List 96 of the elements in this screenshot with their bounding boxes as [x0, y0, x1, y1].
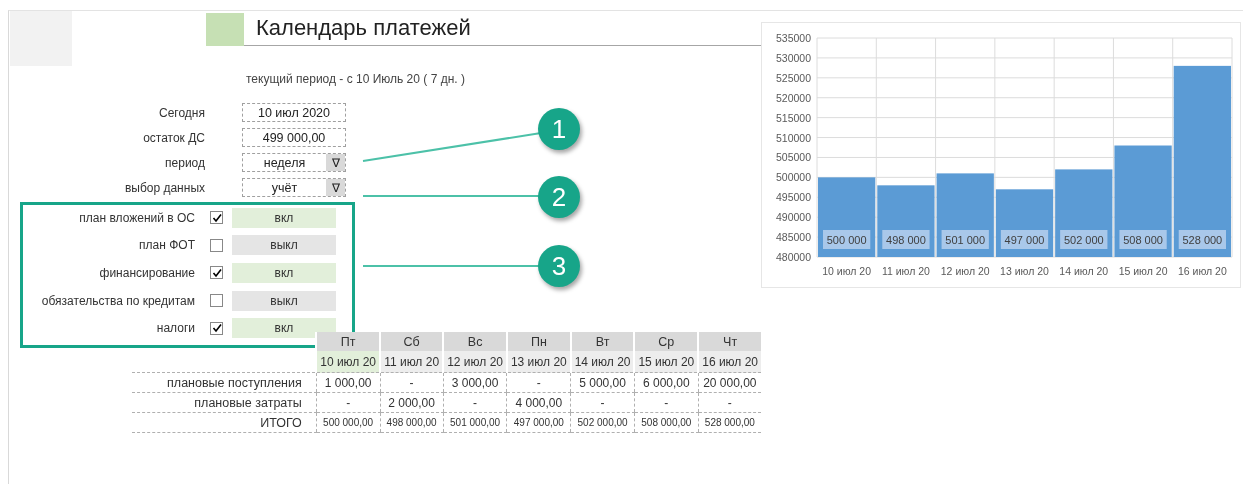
- weekday-header: Вт: [570, 332, 635, 351]
- dropdown-button[interactable]: ∇: [326, 154, 345, 171]
- x-tick-label: 12 июл 20: [940, 265, 990, 277]
- checkbox[interactable]: [210, 238, 223, 252]
- data-label: 498 000: [882, 230, 930, 249]
- table-cell: 3 000,00: [443, 372, 507, 393]
- table-cell: 4 000,00: [506, 392, 571, 413]
- status-cell: выкл: [232, 235, 336, 256]
- y-tick-label: 500000: [775, 171, 811, 184]
- y-tick-label: 505000: [775, 151, 811, 164]
- blank-panel: [10, 11, 72, 66]
- checkbox[interactable]: [210, 321, 223, 335]
- x-tick-label: 15 июл 20: [1118, 265, 1168, 277]
- table-cell: -: [506, 372, 571, 393]
- weekday-header: Вс: [443, 332, 507, 351]
- y-tick-label: 510000: [775, 131, 811, 144]
- field-label: период: [164, 155, 205, 170]
- weekday-header: Ср: [634, 332, 699, 351]
- title-marker: [206, 13, 244, 46]
- table-cell: -: [698, 392, 761, 413]
- y-tick-label: 525000: [775, 71, 811, 84]
- table-cell: -: [570, 392, 635, 413]
- table-cell: 500 000,00: [316, 412, 380, 433]
- data-label: 502 000: [1060, 230, 1108, 249]
- y-tick-label: 530000: [775, 51, 811, 64]
- data-label: 500 000: [823, 230, 871, 249]
- date-header: 15 июл 20: [634, 351, 699, 373]
- y-tick-label: 490000: [775, 211, 811, 224]
- table-cell: -: [316, 392, 380, 413]
- y-tick-label: 535000: [775, 32, 811, 44]
- checkbox[interactable]: [210, 211, 223, 225]
- x-tick-label: 16 июл 20: [1177, 265, 1227, 277]
- field-label: выбор данных: [123, 180, 205, 195]
- status-cell: выкл: [232, 290, 336, 311]
- date-header: 10 июл 20: [316, 351, 380, 373]
- x-tick-label: 11 июл 20: [881, 265, 930, 277]
- table-cell: -: [380, 372, 444, 393]
- callout-badge: 1: [538, 108, 580, 150]
- checkbox[interactable]: [210, 266, 223, 280]
- option-label: налоги: [155, 321, 195, 336]
- y-tick-label: 480000: [775, 251, 811, 263]
- date-header: 16 июл 20: [698, 351, 761, 373]
- table-cell: 508 000,00: [634, 412, 699, 433]
- table-cell: -: [443, 392, 507, 413]
- y-tick-label: 520000: [775, 91, 811, 104]
- status-cell: вкл: [232, 263, 336, 283]
- y-tick-label: 485000: [775, 231, 811, 244]
- x-tick-label: 13 июл 20: [1000, 265, 1049, 277]
- option-label: план вложений в ОС: [78, 210, 195, 225]
- callout-badge: 2: [538, 176, 580, 218]
- table-cell: 5 000,00: [570, 372, 635, 393]
- data-label: 497 000: [1000, 230, 1049, 249]
- checkbox[interactable]: [210, 294, 223, 308]
- weekday-header: Чт: [698, 332, 761, 351]
- x-tick-label: 14 июл 20: [1059, 265, 1109, 277]
- table-cell: 20 000,00: [698, 372, 761, 393]
- field-label: остаток ДС: [142, 130, 205, 145]
- y-tick-label: 515000: [775, 111, 811, 124]
- option-label: обязательства по кредитам: [40, 293, 195, 308]
- status-cell: вкл: [232, 207, 336, 228]
- row-label: ИТОГО: [132, 412, 317, 433]
- date-header: 11 июл 20: [380, 351, 444, 373]
- x-tick-label: 10 июл 20: [822, 265, 872, 277]
- option-label: финансирование: [98, 266, 195, 280]
- table-cell: 498 000,00: [380, 412, 444, 433]
- period-caption: текущий период - с 10 Июль 20 ( 7 дн. ): [246, 71, 466, 87]
- dropdown-field[interactable]: неделя ∇: [242, 153, 346, 172]
- data-label: 528 000: [1178, 230, 1226, 249]
- table-cell: 497 000,00: [506, 412, 571, 433]
- table-cell: 1 000,00: [316, 372, 380, 393]
- y-tick-label: 495000: [775, 191, 811, 204]
- date-header: 13 июл 20: [506, 351, 571, 373]
- input-field[interactable]: 10 июл 2020: [242, 103, 346, 122]
- weekday-header: Пт: [316, 332, 380, 351]
- date-header: 12 июл 20: [443, 351, 507, 373]
- dropdown-button[interactable]: ∇: [326, 179, 345, 196]
- status-cell: вкл: [232, 318, 336, 339]
- row-label: плановые затраты: [132, 392, 317, 413]
- page-title: Календарь платежей: [244, 12, 761, 46]
- table-cell: -: [634, 392, 699, 413]
- dropdown-field[interactable]: учёт ∇: [242, 178, 346, 197]
- data-label: 501 000: [941, 230, 989, 249]
- option-label: план ФОТ: [138, 238, 195, 253]
- weekday-header: Сб: [380, 332, 444, 351]
- table-cell: 6 000,00: [634, 372, 699, 393]
- callout-badge: 3: [538, 245, 580, 287]
- table-cell: 502 000,00: [570, 412, 635, 433]
- table-cell: 2 000,00: [380, 392, 444, 413]
- table-cell: 528 000,00: [698, 412, 761, 433]
- date-header: 14 июл 20: [570, 351, 635, 373]
- table-cell: 501 000,00: [443, 412, 507, 433]
- weekday-header: Пн: [506, 332, 571, 351]
- data-label: 508 000: [1119, 230, 1167, 249]
- input-field[interactable]: 499 000,00: [242, 128, 346, 147]
- row-label: плановые поступления: [132, 372, 317, 393]
- field-label: Сегодня: [158, 105, 205, 120]
